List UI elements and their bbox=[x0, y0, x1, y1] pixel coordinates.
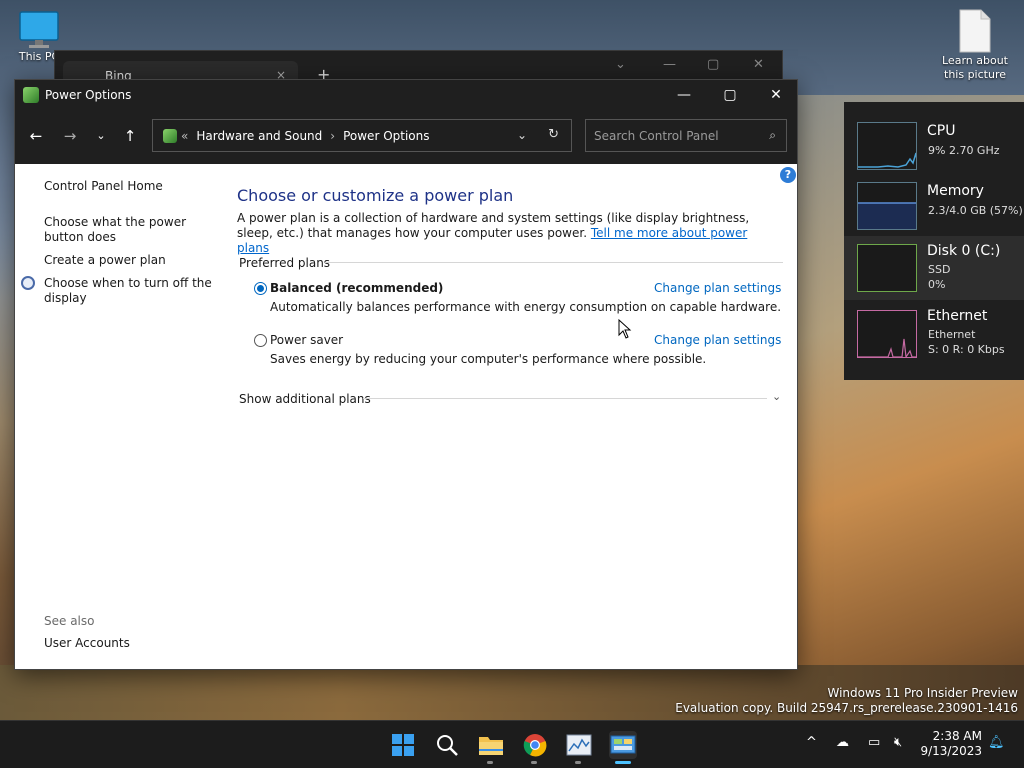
perf-detail: S: 0 R: 0 Kbps bbox=[928, 343, 1005, 356]
ethernet-graph bbox=[857, 310, 917, 358]
change-plan-settings-link[interactable]: Change plan settings bbox=[654, 281, 781, 295]
perf-detail: 9% 2.70 GHz bbox=[928, 144, 1000, 157]
minimize-button[interactable]: — bbox=[661, 80, 707, 109]
forward-arrow-icon[interactable]: → bbox=[59, 127, 81, 145]
desktop-icon-learn-picture[interactable]: Learn about this picture bbox=[942, 8, 1008, 82]
taskbar: ^ ☁ ▭ 🔇︎ 2:38 AM 9/13/2023 🔔︎ bbox=[0, 720, 1024, 768]
chevron-down-icon[interactable]: ⌄ bbox=[615, 57, 626, 72]
running-indicator bbox=[575, 761, 581, 764]
plan-description: Automatically balances performance with … bbox=[270, 300, 782, 314]
title-bar[interactable]: Power Options — ▢ ✕ bbox=[15, 80, 797, 109]
clock[interactable]: 2:38 AM 9/13/2023 bbox=[920, 729, 982, 759]
network-icon[interactable]: ▭ bbox=[868, 735, 880, 750]
sidebar-link-user-accounts[interactable]: User Accounts bbox=[44, 636, 214, 651]
close-icon[interactable]: ✕ bbox=[753, 57, 764, 72]
perf-name: Memory bbox=[927, 183, 984, 199]
preferred-plans-title: Preferred plans bbox=[239, 256, 331, 270]
plan-radio-balanced[interactable] bbox=[254, 282, 267, 295]
watermark-line-1: Windows 11 Pro Insider Preview bbox=[827, 686, 1018, 700]
navigation-bar: ← → ⌄ ↑ « Hardware and Sound › Power Opt… bbox=[15, 109, 797, 164]
control-panel-icon[interactable] bbox=[609, 731, 637, 759]
divider bbox=[325, 262, 783, 263]
perf-name: Disk 0 (C:) bbox=[927, 243, 1001, 259]
power-options-icon bbox=[23, 86, 39, 103]
back-arrow-icon[interactable]: ← bbox=[25, 127, 47, 145]
perf-name: Ethernet bbox=[927, 308, 988, 324]
disk-graph bbox=[857, 244, 917, 292]
breadcrumb-overflow-icon[interactable]: « bbox=[181, 129, 188, 143]
perf-detail: Ethernet bbox=[928, 328, 976, 341]
breadcrumb-separator-icon: › bbox=[330, 128, 336, 143]
monitor-icon bbox=[19, 11, 59, 48]
clock-date: 9/13/2023 bbox=[920, 744, 982, 758]
sidebar-link-power-button[interactable]: Choose what the power button does bbox=[44, 215, 214, 245]
search-icon[interactable] bbox=[433, 731, 461, 759]
mouse-cursor-icon bbox=[618, 319, 632, 339]
running-indicator bbox=[487, 761, 493, 764]
minimize-icon[interactable]: — bbox=[663, 57, 676, 72]
perf-row-disk[interactable]: Disk 0 (C:) SSD 0% bbox=[844, 236, 1024, 300]
search-placeholder: Search Control Panel bbox=[594, 129, 719, 143]
document-icon bbox=[959, 9, 991, 53]
notification-bell-icon[interactable]: 🔔︎ bbox=[988, 735, 1005, 750]
volume-muted-icon[interactable]: 🔇︎ bbox=[894, 735, 902, 750]
clock-time: 2:38 AM bbox=[932, 729, 982, 743]
active-indicator bbox=[615, 761, 631, 764]
performance-monitor-icon[interactable] bbox=[565, 731, 593, 759]
chrome-icon[interactable] bbox=[521, 731, 549, 759]
see-also-title: See also bbox=[44, 614, 95, 628]
address-bar[interactable]: « Hardware and Sound › Power Options ⌄ ↻ bbox=[152, 119, 572, 152]
sidebar-link-turn-off-display[interactable]: Choose when to turn off the display bbox=[21, 276, 214, 306]
watermark-line-2: Evaluation copy. Build 25947.rs_prerelea… bbox=[675, 701, 1018, 715]
sidebar: Control Panel Home Choose what the power… bbox=[15, 164, 225, 669]
start-icon[interactable] bbox=[389, 731, 417, 759]
sidebar-link-label: Choose when to turn off the display bbox=[44, 276, 212, 305]
file-explorer-icon[interactable] bbox=[477, 731, 505, 759]
expand-chevron-icon[interactable]: ⌄ bbox=[772, 390, 781, 403]
perf-name: CPU bbox=[927, 123, 956, 139]
perf-row-memory[interactable]: Memory 2.3/4.0 GB (57%) bbox=[844, 174, 1024, 238]
perf-row-cpu[interactable]: CPU 9% 2.70 GHz bbox=[844, 114, 1024, 178]
refresh-icon[interactable]: ↻ bbox=[548, 127, 559, 142]
breadcrumb-hardware-and-sound[interactable]: Hardware and Sound bbox=[196, 129, 322, 143]
divider bbox=[363, 398, 767, 399]
performance-widget: CPU 9% 2.70 GHz Memory 2.3/4.0 GB (57%) … bbox=[844, 102, 1024, 380]
plan-name[interactable]: Power saver bbox=[270, 333, 343, 347]
show-additional-plans[interactable]: Show additional plans bbox=[239, 392, 371, 406]
running-indicator bbox=[531, 761, 537, 764]
page-title: Choose or customize a power plan bbox=[237, 186, 514, 205]
intro-text: A power plan is a collection of hardware… bbox=[237, 211, 777, 256]
power-options-window: Power Options — ▢ ✕ ← → ⌄ ↑ « Hardware a… bbox=[14, 79, 798, 670]
perf-detail: 0% bbox=[928, 278, 946, 291]
memory-graph bbox=[857, 182, 917, 230]
sidebar-link-create-plan[interactable]: Create a power plan bbox=[44, 253, 214, 268]
window-title: Power Options bbox=[45, 87, 132, 102]
change-plan-settings-link[interactable]: Change plan settings bbox=[654, 333, 781, 347]
control-panel-icon bbox=[163, 128, 177, 143]
desktop-icon-label: Learn about this picture bbox=[942, 54, 1008, 81]
plan-name[interactable]: Balanced (recommended) bbox=[270, 281, 443, 295]
sidebar-link-control-panel-home[interactable]: Control Panel Home bbox=[44, 179, 214, 194]
help-icon[interactable]: ? bbox=[780, 167, 796, 183]
search-input[interactable]: Search Control Panel ⌕ bbox=[585, 119, 787, 152]
perf-detail: 2.3/4.0 GB (57%) bbox=[928, 204, 1023, 217]
onedrive-icon[interactable]: ☁ bbox=[836, 735, 849, 750]
content-area: ? Control Panel Home Choose what the pow… bbox=[15, 164, 797, 669]
maximize-button[interactable]: ▢ bbox=[707, 80, 753, 109]
maximize-icon[interactable]: ▢ bbox=[707, 57, 719, 72]
address-dropdown-icon[interactable]: ⌄ bbox=[517, 128, 527, 142]
plan-description: Saves energy by reducing your computer's… bbox=[270, 352, 707, 366]
display-clock-icon bbox=[21, 276, 35, 290]
tray-chevron-icon[interactable]: ^ bbox=[806, 735, 817, 750]
perf-detail: SSD bbox=[928, 263, 951, 276]
plan-radio-power-saver[interactable] bbox=[254, 334, 267, 347]
search-icon[interactable]: ⌕ bbox=[769, 128, 776, 143]
close-button[interactable]: ✕ bbox=[753, 80, 799, 109]
perf-row-ethernet[interactable]: Ethernet Ethernet S: 0 R: 0 Kbps bbox=[844, 302, 1024, 366]
cpu-graph bbox=[857, 122, 917, 170]
up-arrow-icon[interactable]: ↑ bbox=[119, 127, 141, 145]
recent-locations-chevron-icon[interactable]: ⌄ bbox=[90, 129, 112, 142]
breadcrumb-power-options[interactable]: Power Options bbox=[343, 129, 429, 143]
